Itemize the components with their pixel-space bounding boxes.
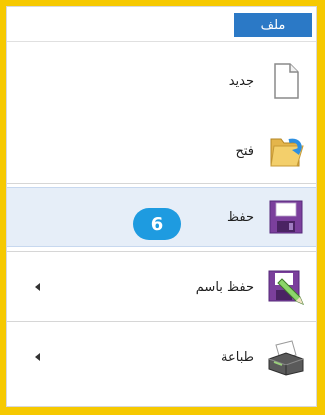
menu-item-open[interactable]: فتح <box>7 121 316 181</box>
file-menu-panel: ملف جديد فتح حفظ حفظ باسم طباعة 6 <box>6 6 317 407</box>
file-tab[interactable]: ملف <box>234 13 312 37</box>
menu-item-label: جديد <box>228 73 254 89</box>
submenu-arrow-icon <box>35 353 40 361</box>
menu-item-new[interactable]: جديد <box>7 51 316 111</box>
menu-item-label: حفظ <box>227 209 254 225</box>
step-callout-badge: 6 <box>133 208 181 240</box>
save-as-icon <box>268 270 304 305</box>
menu-item-label: فتح <box>235 143 254 159</box>
menu-item-label: حفظ باسم <box>195 279 254 295</box>
menu-item-label: طباعة <box>221 349 254 365</box>
menu-item-print[interactable]: طباعة <box>7 327 316 387</box>
printer-icon <box>268 340 304 376</box>
new-document-icon <box>274 63 299 99</box>
submenu-arrow-icon <box>35 283 40 291</box>
menu-item-save-as[interactable]: حفظ باسم <box>7 257 316 317</box>
tab-bar: ملف <box>7 7 316 42</box>
save-icon <box>269 200 303 234</box>
open-folder-icon <box>270 138 304 167</box>
